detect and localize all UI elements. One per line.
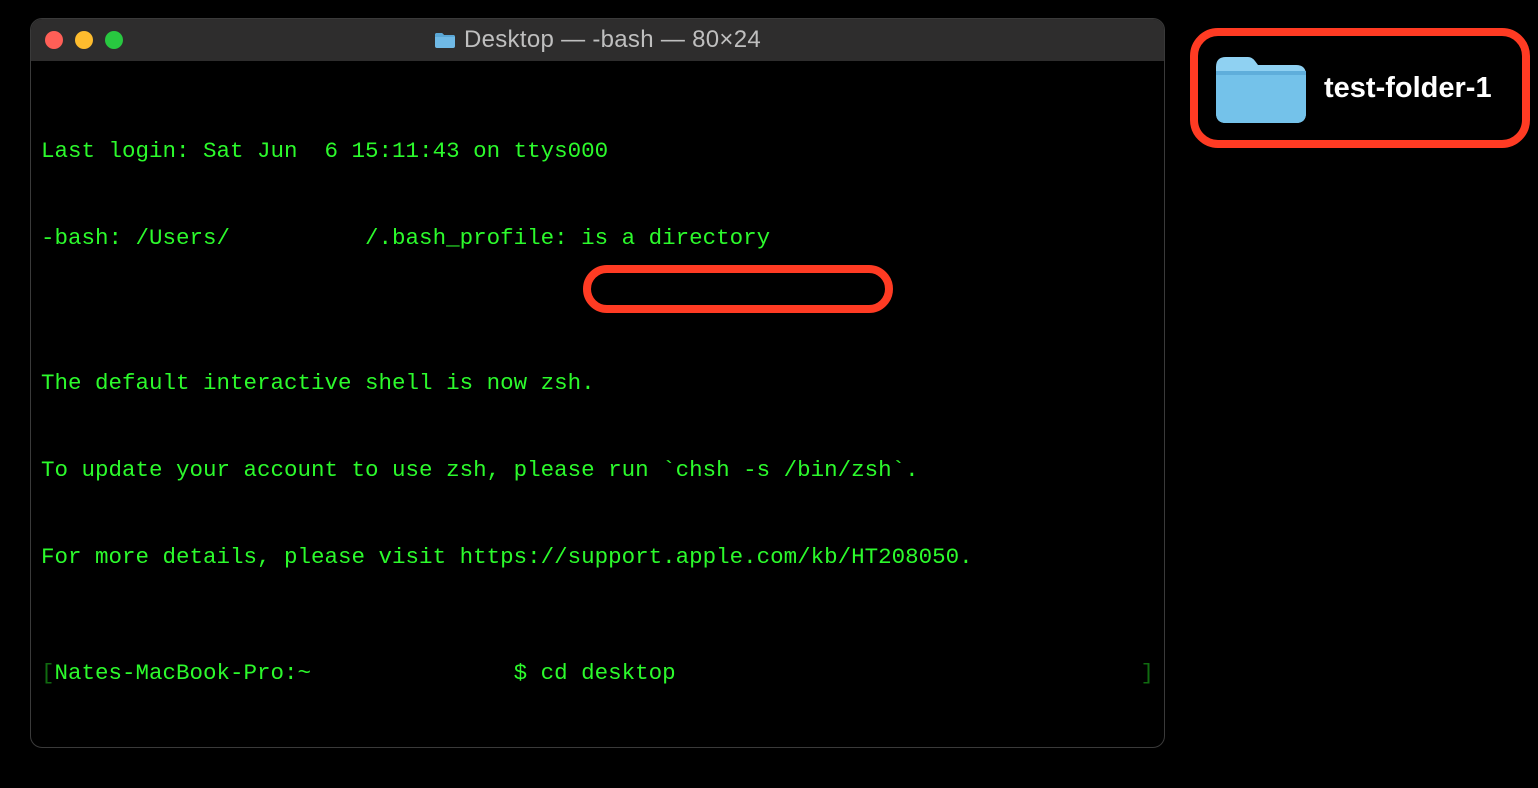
terminal-line: Last login: Sat Jun 6 15:11:43 on ttys00… [41,137,1154,166]
minimize-button[interactable] [75,31,93,49]
folder-icon [434,31,456,49]
terminal-output[interactable]: Last login: Sat Jun 6 15:11:43 on ttys00… [31,61,1164,748]
terminal-window[interactable]: Desktop — -bash — 80×24 Last login: Sat … [30,18,1165,748]
terminal-line: -bash: /Users/ /.bash_profile: is a dire… [41,224,1154,253]
prompt-text: Nates-MacBook-Pro:~ $ [55,660,541,686]
desktop-folder-item[interactable]: test-folder-1 [1190,28,1530,148]
terminal-line: For more details, please visit https://s… [41,543,1154,572]
folder-icon [1212,49,1310,127]
close-button[interactable] [45,31,63,49]
terminal-line: The default interactive shell is now zsh… [41,369,1154,398]
window-controls [45,31,123,49]
maximize-button[interactable] [105,31,123,49]
window-title-text: Desktop — -bash — 80×24 [464,26,761,54]
window-titlebar[interactable]: Desktop — -bash — 80×24 [31,19,1164,61]
bracket-open: [ [41,660,55,686]
terminal-line: To update your account to use zsh, pleas… [41,456,1154,485]
command-text: cd desktop [541,660,676,686]
bracket-close: ] [1140,659,1154,688]
terminal-prompt-line: [Nates-MacBook-Pro:~ $ cd desktop] [41,659,1154,688]
window-title: Desktop — -bash — 80×24 [31,26,1164,54]
desktop-folder-label: test-folder-1 [1324,72,1492,105]
